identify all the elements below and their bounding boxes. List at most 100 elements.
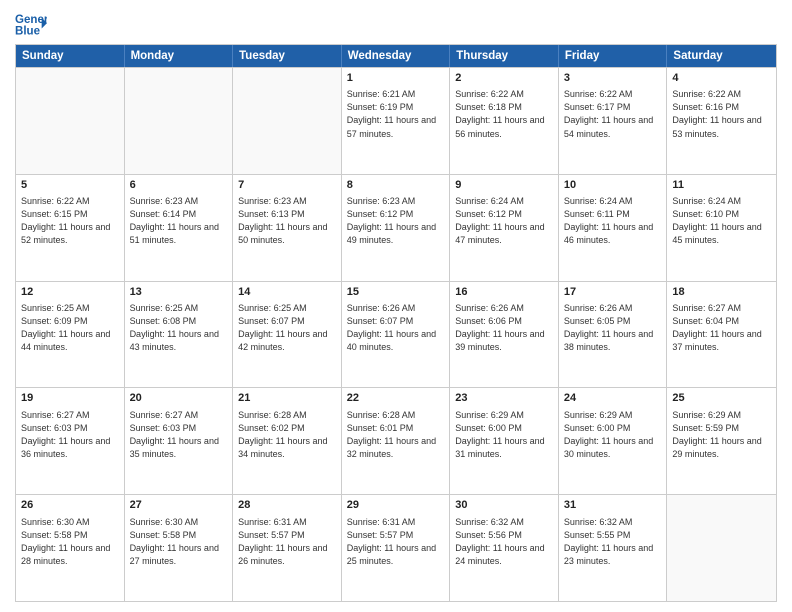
logo-icon: General Blue xyxy=(15,10,47,38)
day-cell-17: 17 Sunrise: 6:26 AM Sunset: 6:05 PM Dayli… xyxy=(559,282,668,388)
day-number: 13 xyxy=(130,285,228,300)
day-info: Sunrise: 6:28 AM Sunset: 6:02 PM Dayligh… xyxy=(238,409,336,461)
day-cell-23: 23Sunrise: 6:29 AM Sunset: 6:00 PM Dayli… xyxy=(450,388,559,494)
day-info: Sunrise: 6:26 AM Sunset: 6:05 PM Dayligh… xyxy=(564,302,662,354)
day-number: 3 xyxy=(564,71,662,86)
day-header-monday: Monday xyxy=(125,45,234,67)
day-cell-8: 8 Sunrise: 6:23 AM Sunset: 6:12 PM Daylig… xyxy=(342,175,451,281)
day-number: 2 xyxy=(455,71,553,86)
empty-cell xyxy=(16,68,125,174)
day-cell-30: 30 Sunrise: 6:32 AM Sunset: 5:56 PM Dayli… xyxy=(450,495,559,601)
day-number: 27 xyxy=(130,498,228,513)
calendar-week-4: 19 Sunrise: 6:27 AM Sunset: 6:03 PM Dayli… xyxy=(16,387,776,494)
day-cell-25: 25 Sunrise: 6:29 AM Sunset: 5:59 PM Dayli… xyxy=(667,388,776,494)
day-cell-6: 6 Sunrise: 6:23 AM Sunset: 6:14 PM Daylig… xyxy=(125,175,234,281)
day-info: Sunrise: 6:21 AM Sunset: 6:19 PM Dayligh… xyxy=(347,88,445,140)
day-header-tuesday: Tuesday xyxy=(233,45,342,67)
day-number: 19 xyxy=(21,391,119,406)
day-header-thursday: Thursday xyxy=(450,45,559,67)
day-number: 10 xyxy=(564,178,662,193)
day-cell-16: 16 Sunrise: 6:26 AM Sunset: 6:06 PM Dayli… xyxy=(450,282,559,388)
day-info: Sunrise: 6:25 AM Sunset: 6:09 PM Dayligh… xyxy=(21,302,119,354)
day-header-saturday: Saturday xyxy=(667,45,776,67)
page-header: General Blue xyxy=(15,10,777,38)
day-info: Sunrise: 6:30 AM Sunset: 5:58 PM Dayligh… xyxy=(130,516,228,568)
day-number: 28 xyxy=(238,498,336,513)
calendar-page: General Blue SundayMondayTuesdayWednesda… xyxy=(0,0,792,612)
day-number: 1 xyxy=(347,71,445,86)
day-info: Sunrise: 6:29 AM Sunset: 6:00 PM Dayligh… xyxy=(564,409,662,461)
day-number: 15 xyxy=(347,285,445,300)
day-info: Sunrise: 6:26 AM Sunset: 6:07 PM Dayligh… xyxy=(347,302,445,354)
day-info: Sunrise: 6:26 AM Sunset: 6:06 PM Dayligh… xyxy=(455,302,553,354)
day-info: Sunrise: 6:22 AM Sunset: 6:15 PM Dayligh… xyxy=(21,195,119,247)
day-info: Sunrise: 6:29 AM Sunset: 5:59 PM Dayligh… xyxy=(672,409,771,461)
calendar-body: 1 Sunrise: 6:21 AM Sunset: 6:19 PM Daylig… xyxy=(16,67,776,601)
day-info: Sunrise: 6:32 AM Sunset: 5:56 PM Dayligh… xyxy=(455,516,553,568)
empty-cell xyxy=(667,495,776,601)
day-number: 9 xyxy=(455,178,553,193)
day-number: 5 xyxy=(21,178,119,193)
day-info: Sunrise: 6:22 AM Sunset: 6:18 PM Dayligh… xyxy=(455,88,553,140)
day-cell-21: 21 Sunrise: 6:28 AM Sunset: 6:02 PM Dayli… xyxy=(233,388,342,494)
day-info: Sunrise: 6:24 AM Sunset: 6:10 PM Dayligh… xyxy=(672,195,771,247)
day-number: 29 xyxy=(347,498,445,513)
logo: General Blue xyxy=(15,10,51,38)
day-number: 6 xyxy=(130,178,228,193)
calendar-header-row: SundayMondayTuesdayWednesdayThursdayFrid… xyxy=(16,45,776,67)
calendar-week-5: 26Sunrise: 6:30 AM Sunset: 5:58 PM Dayli… xyxy=(16,494,776,601)
day-info: Sunrise: 6:30 AM Sunset: 5:58 PM Dayligh… xyxy=(21,516,119,568)
day-number: 11 xyxy=(672,178,771,193)
day-number: 24 xyxy=(564,391,662,406)
day-header-sunday: Sunday xyxy=(16,45,125,67)
day-info: Sunrise: 6:23 AM Sunset: 6:14 PM Dayligh… xyxy=(130,195,228,247)
calendar-week-1: 1 Sunrise: 6:21 AM Sunset: 6:19 PM Daylig… xyxy=(16,67,776,174)
day-cell-24: 24 Sunrise: 6:29 AM Sunset: 6:00 PM Dayli… xyxy=(559,388,668,494)
day-cell-7: 7Sunrise: 6:23 AM Sunset: 6:13 PM Daylig… xyxy=(233,175,342,281)
day-number: 8 xyxy=(347,178,445,193)
day-cell-5: 5 Sunrise: 6:22 AM Sunset: 6:15 PM Daylig… xyxy=(16,175,125,281)
day-cell-11: 11 Sunrise: 6:24 AM Sunset: 6:10 PM Dayli… xyxy=(667,175,776,281)
day-header-friday: Friday xyxy=(559,45,668,67)
day-cell-4: 4 Sunrise: 6:22 AM Sunset: 6:16 PM Daylig… xyxy=(667,68,776,174)
day-number: 14 xyxy=(238,285,336,300)
day-number: 16 xyxy=(455,285,553,300)
day-cell-19: 19Sunrise: 6:27 AM Sunset: 6:03 PM Dayli… xyxy=(16,388,125,494)
day-info: Sunrise: 6:23 AM Sunset: 6:13 PM Dayligh… xyxy=(238,195,336,247)
day-cell-28: 28 Sunrise: 6:31 AM Sunset: 5:57 PM Dayli… xyxy=(233,495,342,601)
empty-cell xyxy=(125,68,234,174)
calendar-week-2: 5 Sunrise: 6:22 AM Sunset: 6:15 PM Daylig… xyxy=(16,174,776,281)
day-cell-27: 27 Sunrise: 6:30 AM Sunset: 5:58 PM Dayli… xyxy=(125,495,234,601)
day-number: 4 xyxy=(672,71,771,86)
calendar-week-3: 12Sunrise: 6:25 AM Sunset: 6:09 PM Dayli… xyxy=(16,281,776,388)
day-cell-29: 29 Sunrise: 6:31 AM Sunset: 5:57 PM Dayli… xyxy=(342,495,451,601)
day-info: Sunrise: 6:31 AM Sunset: 5:57 PM Dayligh… xyxy=(238,516,336,568)
day-number: 21 xyxy=(238,391,336,406)
day-info: Sunrise: 6:27 AM Sunset: 6:03 PM Dayligh… xyxy=(130,409,228,461)
day-info: Sunrise: 6:23 AM Sunset: 6:12 PM Dayligh… xyxy=(347,195,445,247)
day-header-wednesday: Wednesday xyxy=(342,45,451,67)
day-number: 25 xyxy=(672,391,771,406)
day-number: 22 xyxy=(347,391,445,406)
day-number: 31 xyxy=(564,498,662,513)
day-cell-22: 22 Sunrise: 6:28 AM Sunset: 6:01 PM Dayli… xyxy=(342,388,451,494)
day-cell-20: 20Sunrise: 6:27 AM Sunset: 6:03 PM Dayli… xyxy=(125,388,234,494)
day-number: 17 xyxy=(564,285,662,300)
day-cell-14: 14Sunrise: 6:25 AM Sunset: 6:07 PM Dayli… xyxy=(233,282,342,388)
day-number: 23 xyxy=(455,391,553,406)
day-cell-31: 31Sunrise: 6:32 AM Sunset: 5:55 PM Dayli… xyxy=(559,495,668,601)
day-cell-26: 26Sunrise: 6:30 AM Sunset: 5:58 PM Dayli… xyxy=(16,495,125,601)
day-number: 30 xyxy=(455,498,553,513)
day-cell-1: 1 Sunrise: 6:21 AM Sunset: 6:19 PM Daylig… xyxy=(342,68,451,174)
day-cell-9: 9Sunrise: 6:24 AM Sunset: 6:12 PM Daylig… xyxy=(450,175,559,281)
day-cell-18: 18 Sunrise: 6:27 AM Sunset: 6:04 PM Dayli… xyxy=(667,282,776,388)
day-info: Sunrise: 6:31 AM Sunset: 5:57 PM Dayligh… xyxy=(347,516,445,568)
day-number: 18 xyxy=(672,285,771,300)
day-info: Sunrise: 6:27 AM Sunset: 6:04 PM Dayligh… xyxy=(672,302,771,354)
day-info: Sunrise: 6:28 AM Sunset: 6:01 PM Dayligh… xyxy=(347,409,445,461)
day-cell-15: 15 Sunrise: 6:26 AM Sunset: 6:07 PM Dayli… xyxy=(342,282,451,388)
day-info: Sunrise: 6:22 AM Sunset: 6:16 PM Dayligh… xyxy=(672,88,771,140)
day-info: Sunrise: 6:25 AM Sunset: 6:08 PM Dayligh… xyxy=(130,302,228,354)
svg-text:Blue: Blue xyxy=(15,26,41,38)
day-cell-12: 12Sunrise: 6:25 AM Sunset: 6:09 PM Dayli… xyxy=(16,282,125,388)
